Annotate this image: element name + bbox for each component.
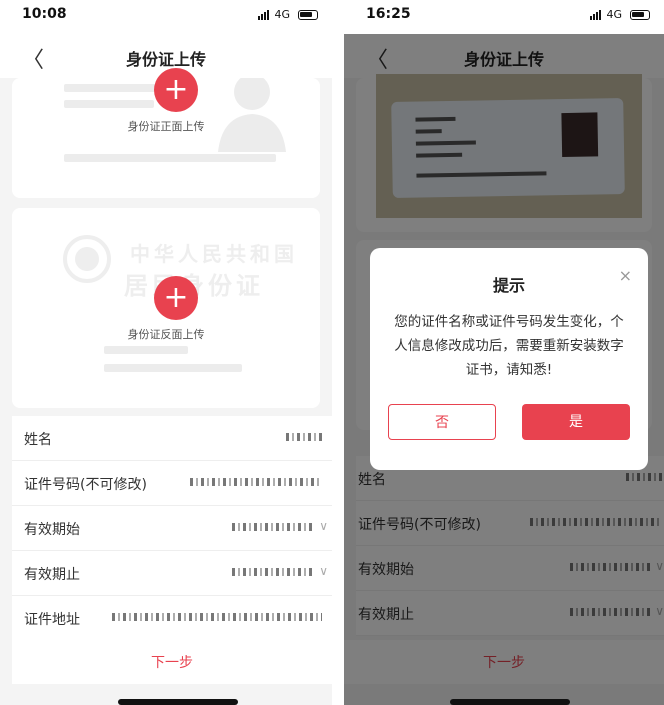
left-screen: 10:08 4G 〈 身份证上传 + 身份证正面上传 中华人民共和国 居民身份证… — [0, 0, 332, 705]
status-time: 16:25 — [366, 6, 411, 22]
id-back-upload-card[interactable]: 中华人民共和国 居民身份证 + 身份证反面上传 — [12, 208, 320, 408]
field-row-name: 姓名 — [12, 416, 332, 461]
dialog-title: 提示 — [492, 276, 525, 295]
watermark-line1: 中华人民共和国 — [130, 242, 298, 266]
signal-icon — [258, 10, 270, 20]
chevron-down-icon[interactable]: ∨ — [319, 519, 328, 533]
home-indicator — [118, 699, 238, 705]
placeholder-line — [64, 154, 276, 162]
close-icon[interactable]: × — [619, 266, 632, 285]
field-row-id-number: 证件号码(不可修改) — [12, 461, 332, 506]
status-bar: 10:08 4G — [0, 0, 332, 34]
placeholder-line — [104, 364, 242, 372]
next-button[interactable]: 下一步 — [12, 640, 332, 684]
field-label: 姓名 — [24, 432, 52, 448]
no-button[interactable]: 否 — [388, 404, 496, 440]
chevron-down-icon[interactable]: ∨ — [319, 564, 328, 578]
network-label: 4G — [274, 8, 290, 21]
redacted-value — [190, 478, 322, 486]
next-button-label: 下一步 — [151, 655, 193, 671]
status-bar: 16:25 4G — [344, 0, 664, 34]
status-time: 10:08 — [22, 6, 67, 22]
field-row-address: 证件地址 — [12, 596, 332, 641]
field-label: 有效期止 — [24, 567, 80, 583]
back-upload-label: 身份证反面上传 — [127, 328, 205, 341]
battery-icon — [298, 10, 318, 20]
redacted-value — [286, 433, 322, 441]
field-row-valid-to[interactable]: 有效期止 ∨ — [12, 551, 332, 596]
dialog-message: 您的证件名称或证件号码发生变化，个人信息修改成功后，需要重新安装数字证书，请知悉… — [394, 314, 624, 378]
network-label: 4G — [606, 8, 622, 21]
redacted-value — [112, 613, 322, 621]
right-screen: 16:25 4G 〈 身份证上传 姓名 证件号码(不可修改) 有效期始 — [344, 0, 664, 705]
redacted-value — [232, 568, 312, 576]
battery-icon — [630, 10, 650, 20]
field-row-valid-from[interactable]: 有效期始 ∨ — [12, 506, 332, 551]
id-front-upload-card[interactable]: + 身份证正面上传 — [12, 68, 320, 198]
field-label: 证件号码(不可修改) — [24, 477, 147, 493]
redacted-value — [232, 523, 312, 531]
home-indicator — [450, 699, 570, 705]
placeholder-line — [104, 346, 188, 354]
yes-button[interactable]: 是 — [522, 404, 630, 440]
add-front-icon[interactable]: + — [154, 68, 198, 112]
page-title: 身份证上传 — [125, 50, 206, 69]
confirm-dialog: 提示 × 您的证件名称或证件号码发生变化，个人信息修改成功后，需要重新安装数字证… — [370, 248, 648, 470]
emblem-placeholder-icon — [63, 235, 111, 283]
info-form: 姓名 证件号码(不可修改) 有效期始 ∨ 有效期止 ∨ 证件地址 — [12, 416, 332, 641]
signal-icon — [590, 10, 602, 20]
add-back-icon[interactable]: + — [154, 276, 198, 320]
portrait-placeholder-icon — [218, 78, 286, 152]
placeholder-line — [64, 100, 154, 108]
divider — [332, 0, 344, 705]
front-upload-label: 身份证正面上传 — [127, 120, 205, 133]
field-label: 证件地址 — [24, 612, 80, 628]
field-label: 有效期始 — [24, 522, 80, 538]
